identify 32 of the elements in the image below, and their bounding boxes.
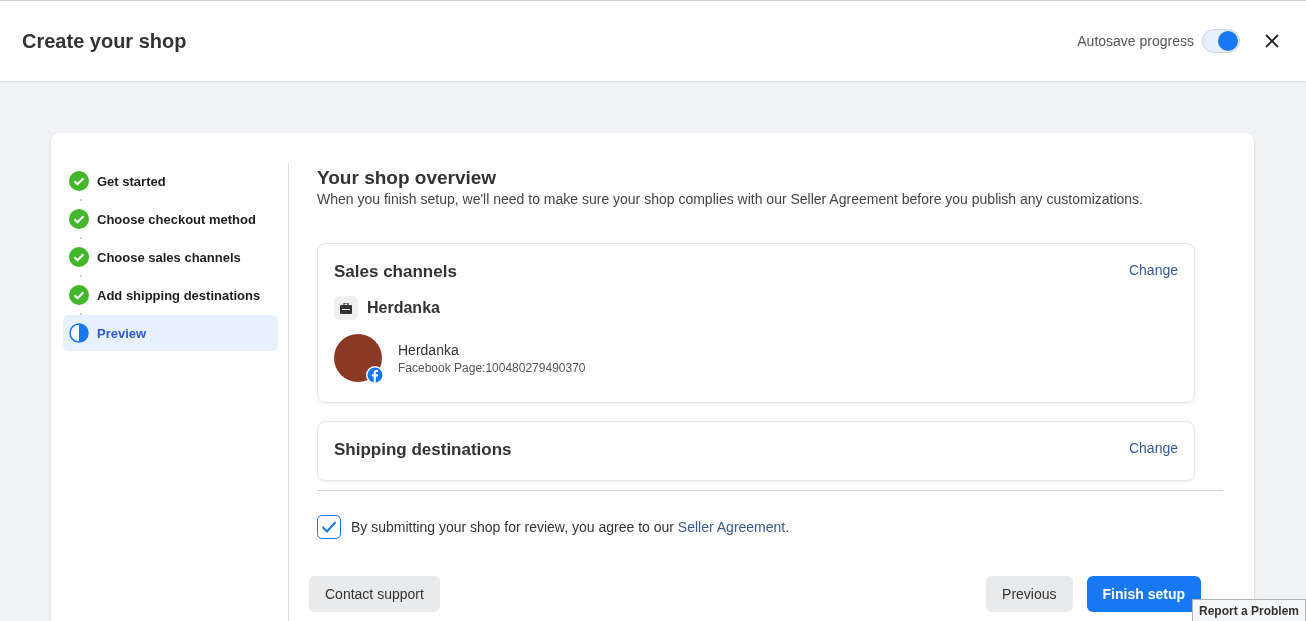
change-link[interactable]: Change — [1128, 262, 1178, 278]
agreement-text: By submitting your shop for review, you agree to our Seller Agreement. — [351, 519, 790, 535]
section-title: Shipping destinations — [334, 440, 512, 460]
contact-support-button[interactable]: Contact support — [309, 576, 440, 612]
step-item[interactable]: Add shipping destinations — [63, 277, 278, 313]
autosave-toggle[interactable] — [1202, 29, 1240, 53]
step-item[interactable]: Choose sales channels — [63, 239, 278, 275]
check-circle-icon — [69, 209, 89, 229]
finish-setup-button[interactable]: Finish setup — [1086, 576, 1201, 612]
agreement-checkbox[interactable] — [317, 515, 341, 539]
overview-description: When you finish setup, we'll need to make sure your shop complies with our Seller Agreement before you publish any customizations. — [317, 191, 1144, 207]
half-circle-icon — [69, 323, 89, 343]
check-circle-icon — [69, 285, 89, 305]
briefcase-icon — [334, 296, 358, 320]
step-item[interactable]: Get started — [63, 163, 278, 199]
change-link[interactable]: Change — [1128, 440, 1178, 456]
shop-name: Herdanka — [367, 299, 440, 317]
check-circle-icon — [69, 247, 89, 267]
step-item[interactable]: Choose checkout method — [63, 201, 278, 237]
overview-title: Your shop overview — [317, 167, 498, 189]
section-title: Sales channels — [334, 262, 457, 282]
report-problem-tooltip[interactable]: Report a Problem — [1191, 599, 1306, 621]
page-name: Herdanka — [398, 341, 460, 358]
autosave-label: Autosave progress — [1077, 33, 1194, 49]
page-title: Create your shop — [22, 29, 188, 53]
previous-button[interactable]: Previous — [986, 576, 1073, 612]
facebook-icon — [366, 366, 384, 384]
page-detail: Facebook Page:100480279490370 — [398, 360, 586, 375]
step-item[interactable]: Preview — [63, 315, 278, 351]
checkmark-icon — [321, 520, 337, 534]
close-icon — [1264, 33, 1280, 49]
check-circle-icon — [69, 171, 89, 191]
